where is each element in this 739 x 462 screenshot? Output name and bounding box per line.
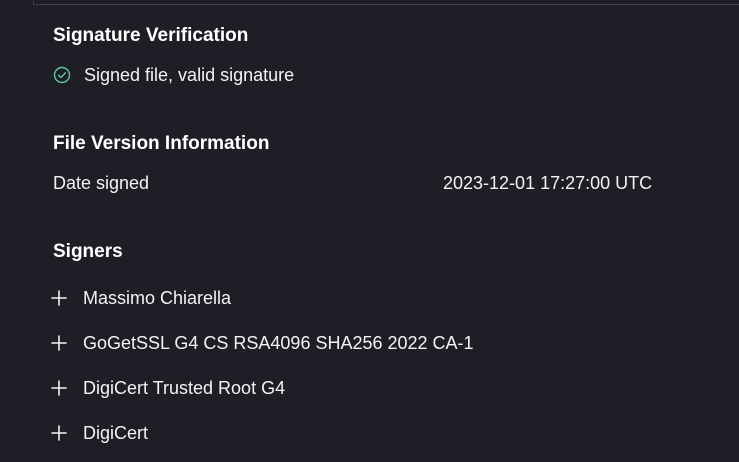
signature-status: Signed file, valid signature	[53, 62, 294, 88]
date-signed-row: Date signed 2023-12-01 17:27:00 UTC	[53, 170, 673, 196]
signature-status-text: Signed file, valid signature	[84, 65, 295, 85]
signature-panel: Signature Verification Signed file, vali…	[0, 0, 739, 462]
signature-verification-heading: Signature Verification	[53, 25, 249, 46]
signer-name: DigiCert Trusted Root G4	[83, 378, 286, 398]
plus-icon[interactable]	[50, 334, 68, 352]
signers-heading: Signers	[53, 241, 123, 262]
signer-item[interactable]: GoGetSSL G4 CS RSA4096 SHA256 2022 CA-1	[50, 330, 474, 356]
date-signed-label: Date signed	[53, 173, 150, 193]
top-divider	[33, 4, 739, 5]
signer-name: Massimo Chiarella	[83, 288, 232, 308]
check-circle-icon	[53, 66, 71, 84]
plus-icon[interactable]	[50, 424, 68, 442]
date-signed-value: 2023-12-01 17:27:00 UTC	[443, 173, 653, 193]
signer-item[interactable]: DigiCert	[50, 420, 148, 446]
signer-name: GoGetSSL G4 CS RSA4096 SHA256 2022 CA-1	[83, 333, 474, 353]
plus-icon[interactable]	[50, 289, 68, 307]
signer-item[interactable]: Massimo Chiarella	[50, 285, 231, 311]
signer-name: DigiCert	[83, 423, 149, 443]
signer-item[interactable]: DigiCert Trusted Root G4	[50, 375, 285, 401]
plus-icon[interactable]	[50, 379, 68, 397]
file-version-heading: File Version Information	[53, 133, 270, 154]
